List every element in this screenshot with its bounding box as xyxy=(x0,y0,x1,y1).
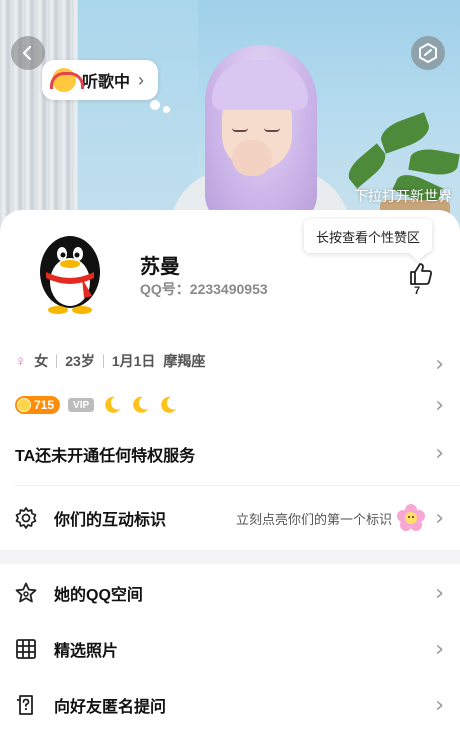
like-count: 7 xyxy=(414,285,421,297)
star-icon xyxy=(15,582,37,603)
coin-icon xyxy=(17,398,31,412)
avatar[interactable] xyxy=(22,222,118,318)
chevron-right-icon: › xyxy=(435,580,444,606)
status-bubble[interactable]: 听歌中 › xyxy=(42,60,159,100)
birthday-text: 1月1日 xyxy=(111,353,156,369)
female-icon: ♀ xyxy=(15,352,27,370)
chevron-left-icon xyxy=(22,45,32,61)
basic-info-row[interactable]: ♀ 女 23岁 1月1日 摩羯座 xyxy=(15,346,460,376)
menu-item-label: 她的QQ空间 xyxy=(54,587,143,604)
nickname: 苏曼 xyxy=(140,256,180,278)
chevron-right-icon[interactable]: › xyxy=(435,393,444,418)
chevron-right-icon: › xyxy=(435,636,444,662)
cover-avatar-hand xyxy=(232,140,272,176)
chevron-right-icon[interactable]: › xyxy=(435,352,444,377)
section-gap xyxy=(0,550,460,564)
profile-cover[interactable]: 听歌中 › 下拉打开新世界 xyxy=(0,0,460,232)
cover-curtain xyxy=(0,0,78,232)
chevron-right-icon: › xyxy=(435,692,444,718)
bubble-tail-dot xyxy=(163,106,170,113)
thumbs-up-icon[interactable] xyxy=(408,262,434,286)
menu-item-label: 向好友匿名提问 xyxy=(54,699,167,716)
divider xyxy=(56,354,58,368)
privilege-service-text: TA还未开通任何特权服务 xyxy=(15,448,196,465)
coin-value: 715 xyxy=(34,398,55,412)
plant-leaf xyxy=(408,146,460,178)
menu-item-qzone[interactable]: 她的QQ空间 › xyxy=(0,578,460,608)
headphones-emoji-icon xyxy=(50,68,84,92)
moon-icon xyxy=(133,396,149,413)
flower-icon xyxy=(397,504,425,531)
bubble-tail-dot xyxy=(150,100,160,110)
divider xyxy=(102,354,104,368)
menu-item-photos[interactable]: 精选照片 › xyxy=(0,634,460,664)
interaction-hint: 立刻点亮你们的第一个标识 xyxy=(235,511,392,527)
cover-avatar-eye-right xyxy=(264,128,280,132)
moon-icon xyxy=(105,396,121,413)
moon-icon xyxy=(161,396,177,413)
like-tooltip: 长按查看个性赞区 xyxy=(304,219,433,253)
qq-number[interactable]: QQ号：2233490953 xyxy=(140,279,268,299)
zodiac-text: 摩羯座 xyxy=(163,353,206,369)
gender-text: 女 xyxy=(34,353,49,369)
cover-avatar-eye-left xyxy=(232,128,248,132)
interaction-label: 你们的互动标识 xyxy=(54,512,167,529)
gear-icon xyxy=(15,507,37,529)
chevron-right-icon: › xyxy=(138,69,145,90)
chevron-right-icon[interactable]: › xyxy=(435,441,444,466)
settings-button[interactable] xyxy=(411,36,445,70)
privilege-service-row[interactable]: TA还未开通任何特权服务 xyxy=(15,440,460,468)
interaction-marks-row[interactable]: 你们的互动标识 立刻点亮你们的第一个标识 › xyxy=(0,500,460,536)
question-card-icon xyxy=(17,695,33,715)
section-divider xyxy=(15,485,460,486)
badges-row[interactable]: 715 VIP xyxy=(15,392,460,418)
pull-down-hint: 下拉打开新世界 xyxy=(354,188,452,204)
menu-item-anonymous-question[interactable]: 向好友匿名提问 › xyxy=(0,690,460,720)
hexagon-icon xyxy=(419,42,437,64)
vip-badge: VIP xyxy=(68,398,95,412)
coin-badge: 715 xyxy=(15,396,61,414)
age-text: 23岁 xyxy=(65,353,95,369)
plant-leaf xyxy=(377,112,433,154)
back-button[interactable] xyxy=(11,36,45,70)
chevron-right-icon: › xyxy=(435,505,444,531)
status-text: 听歌中 xyxy=(82,74,131,91)
menu-item-label: 精选照片 xyxy=(54,643,119,660)
grid-icon xyxy=(16,639,36,659)
